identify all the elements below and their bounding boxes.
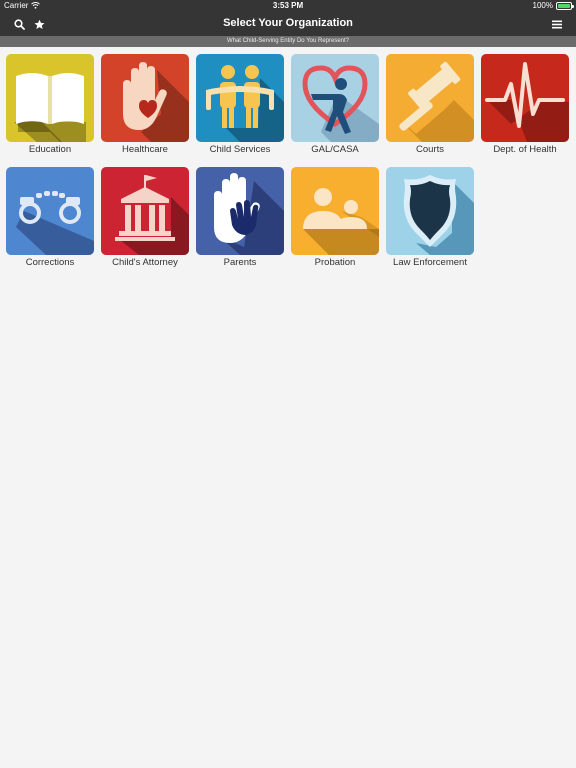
org-tile-child-services[interactable]: Child Services xyxy=(196,54,284,156)
org-tile-law-enforcement[interactable]: Law Enforcement xyxy=(386,167,474,269)
healthcare-label: Healthcare xyxy=(122,144,168,155)
law-enforcement-label: Law Enforcement xyxy=(393,257,467,268)
page-title: Select Your Organization xyxy=(223,17,353,29)
org-tile-corrections[interactable]: Corrections xyxy=(6,167,94,269)
gavel-icon xyxy=(386,54,474,142)
gal-casa-tile-icon xyxy=(291,54,379,142)
org-tile-dept-of-health[interactable]: Dept. of Health xyxy=(481,54,569,156)
org-tile-courts[interactable]: Courts xyxy=(386,54,474,156)
childs-attorney-label: Child's Attorney xyxy=(112,257,178,268)
org-tile-childs-attorney[interactable]: Child's Attorney xyxy=(101,167,189,269)
hands-icon xyxy=(196,167,284,255)
parents-tile-icon xyxy=(196,167,284,255)
courthouse-icon xyxy=(101,167,189,255)
parents-label: Parents xyxy=(223,257,257,268)
org-tile-parents[interactable]: Parents xyxy=(196,167,284,269)
battery-percent: 100% xyxy=(532,1,553,10)
education-tile-icon xyxy=(6,54,94,142)
law-enforcement-tile-icon xyxy=(386,167,474,255)
probation-label: Probation xyxy=(314,257,356,268)
education-label: Education xyxy=(28,144,72,155)
child-services-tile-icon xyxy=(196,54,284,142)
courts-label: Courts xyxy=(416,144,444,155)
book-icon xyxy=(6,54,94,142)
org-tile-probation[interactable]: Probation xyxy=(291,167,379,269)
org-tile-education[interactable]: Education xyxy=(6,54,94,156)
battery-indicator: 100% xyxy=(532,1,574,10)
nav-bar: Select Your Organization xyxy=(0,12,576,36)
status-bar: Carrier 3:53 PM 100% xyxy=(0,0,576,12)
gal-casa-label: GAL/CASA xyxy=(311,144,359,155)
handcuffs-icon xyxy=(6,167,94,255)
hamburger-menu-icon xyxy=(552,20,562,28)
child-services-label: Child Services xyxy=(209,144,271,155)
dept-of-health-label: Dept. of Health xyxy=(493,144,557,155)
hand-heart-icon xyxy=(101,54,189,142)
probation-tile-icon xyxy=(291,167,379,255)
clock: 3:53 PM xyxy=(272,1,304,10)
org-tile-gal-casa[interactable]: GAL/CASA xyxy=(291,54,379,156)
person-heart-icon xyxy=(291,54,379,142)
healthcare-tile-icon xyxy=(101,54,189,142)
menu-button[interactable] xyxy=(550,17,564,31)
childs-attorney-tile-icon xyxy=(101,167,189,255)
badge-icon xyxy=(386,167,474,255)
courts-tile-icon xyxy=(386,54,474,142)
corrections-tile-icon xyxy=(6,167,94,255)
heartbeat-icon xyxy=(481,54,569,142)
org-tile-healthcare[interactable]: Healthcare xyxy=(101,54,189,156)
battery-icon xyxy=(556,1,574,10)
subheader: What Child-Serving Entity Do You Represe… xyxy=(0,36,576,47)
adult-child-icon xyxy=(291,167,379,255)
children-icon xyxy=(196,54,284,142)
corrections-label: Corrections xyxy=(25,257,75,268)
dept-of-health-tile-icon xyxy=(481,54,569,142)
